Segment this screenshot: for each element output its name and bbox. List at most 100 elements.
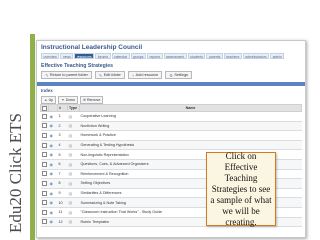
row-view[interactable]: ◉: [48, 207, 58, 218]
view-icon[interactable]: ◉: [50, 171, 54, 176]
row-view[interactable]: ◉: [48, 159, 58, 170]
nav-tab-overview[interactable]: overview: [41, 53, 60, 59]
row-select[interactable]: [40, 169, 49, 180]
row-checkbox[interactable]: [41, 219, 47, 225]
row-view[interactable]: ◉: [48, 197, 58, 208]
view-header: [48, 104, 58, 112]
table-row[interactable]: ◉ 3 ▤ Homework & Practice: [40, 130, 302, 141]
nav-tab-teachers[interactable]: teachers: [223, 53, 242, 59]
nav-tab-parents[interactable]: parents: [206, 53, 223, 59]
row-select[interactable]: [40, 121, 49, 132]
folder-icon: ▤: [68, 123, 73, 129]
row-checkbox[interactable]: [41, 200, 47, 206]
row-number: 3: [57, 130, 68, 141]
nav-tab-assessment[interactable]: assessment: [163, 53, 187, 59]
edit-button[interactable]: ✎ Edit folder: [94, 71, 125, 79]
row-view[interactable]: ◉: [48, 217, 58, 228]
index-controls: ▲ Up ▼ Down ✖ Remove: [41, 96, 104, 104]
row-view[interactable]: ◉: [48, 121, 58, 132]
instruction-callout: Click on Effective Teaching Strategies t…: [206, 151, 276, 227]
view-icon[interactable]: ◉: [50, 191, 54, 196]
row-checkbox[interactable]: [41, 171, 47, 177]
down-button[interactable]: ▼ Down: [58, 96, 78, 104]
row-view[interactable]: ◉: [48, 169, 58, 180]
table-row[interactable]: ◉ 1 ▤ Cooperative Learning: [40, 111, 302, 122]
view-icon[interactable]: ◉: [50, 200, 54, 205]
view-icon[interactable]: ◉: [50, 143, 54, 148]
view-icon[interactable]: ◉: [50, 181, 54, 186]
row-select[interactable]: [40, 159, 49, 170]
row-select[interactable]: [40, 207, 49, 218]
row-name[interactable]: Homework & Practice: [79, 130, 302, 141]
edit-icon: ✎: [98, 72, 103, 78]
row-checkbox[interactable]: [41, 113, 47, 119]
nav-tab-forums[interactable]: forums: [95, 53, 111, 59]
table-row[interactable]: ◉ 4 ▤ Generating & Testing Hypothesis: [40, 140, 302, 151]
row-number: 12: [57, 217, 68, 228]
add-button[interactable]: + Add resource: [127, 71, 163, 79]
view-icon[interactable]: ◉: [50, 210, 54, 215]
folder-toolbar: ↰ Return to parent folder ✎ Edit folder + Add…: [41, 71, 193, 79]
row-checkbox[interactable]: [41, 161, 47, 167]
row-type: ▤: [67, 121, 80, 132]
row-type: ▤: [67, 169, 80, 180]
row-checkbox[interactable]: [41, 190, 47, 196]
row-select[interactable]: [40, 197, 49, 208]
remove-button[interactable]: ✖ Remove: [79, 96, 104, 104]
row-select[interactable]: [40, 111, 49, 122]
row-select[interactable]: [40, 140, 49, 151]
row-select[interactable]: [40, 149, 49, 160]
nav-tab-calendar[interactable]: calendar: [111, 53, 130, 59]
settings-button[interactable]: ⚙ Settings: [165, 71, 193, 79]
select-all-checkbox[interactable]: [42, 105, 47, 111]
row-view[interactable]: ◉: [48, 140, 58, 151]
nav-tab-news[interactable]: news: [60, 53, 74, 59]
row-checkbox[interactable]: [41, 180, 47, 186]
row-select[interactable]: [40, 130, 49, 141]
row-checkbox[interactable]: [41, 152, 47, 158]
folder-icon: ▤: [68, 142, 73, 148]
row-view[interactable]: ◉: [48, 149, 58, 160]
name-header: Name: [79, 104, 302, 112]
table-row[interactable]: ◉ 2 ▤ Nonfiction Writing: [40, 121, 302, 132]
nav-tab-resources[interactable]: resources: [74, 53, 95, 59]
row-type: ▤: [67, 111, 80, 122]
row-select[interactable]: [40, 188, 49, 199]
type-header: Type: [67, 104, 80, 112]
nav-tab-administrators[interactable]: administrators: [242, 53, 270, 59]
row-select[interactable]: [40, 217, 49, 228]
nav-tab-reports[interactable]: reports: [146, 53, 163, 59]
select-all-header[interactable]: [40, 104, 49, 112]
row-view[interactable]: ◉: [48, 188, 58, 199]
row-view[interactable]: ◉: [48, 130, 58, 141]
row-select[interactable]: [40, 178, 49, 189]
row-checkbox[interactable]: [41, 209, 47, 215]
row-number: 7: [57, 169, 68, 180]
view-icon[interactable]: ◉: [50, 152, 54, 157]
row-checkbox[interactable]: [41, 142, 47, 148]
table-header-row: # Type Name: [40, 104, 302, 112]
row-view[interactable]: ◉: [48, 111, 58, 122]
toolbar-label: Add resource: [135, 72, 159, 77]
nav-tab-groups[interactable]: groups: [130, 53, 146, 59]
row-view[interactable]: ◉: [48, 178, 58, 189]
view-icon[interactable]: ◉: [50, 114, 54, 119]
folder-icon: ▤: [68, 219, 73, 225]
row-name[interactable]: Generating & Testing Hypothesis: [79, 140, 302, 151]
return-button[interactable]: ↰ Return to parent folder: [41, 71, 92, 79]
nav-tab-students[interactable]: students: [187, 53, 206, 59]
view-icon[interactable]: ◉: [50, 133, 54, 138]
row-type: ▤: [67, 178, 80, 189]
row-checkbox[interactable]: [41, 132, 47, 138]
nav-tab-admin[interactable]: admin: [270, 53, 285, 59]
view-icon[interactable]: ◉: [50, 219, 54, 224]
control-label: Up: [48, 98, 54, 102]
row-type: ▤: [67, 130, 80, 141]
row-name[interactable]: Cooperative Learning: [79, 111, 302, 122]
view-icon[interactable]: ◉: [50, 162, 54, 167]
up-button[interactable]: ▲ Up: [41, 96, 57, 104]
row-name[interactable]: Nonfiction Writing: [79, 121, 302, 132]
row-number: 2: [57, 121, 68, 132]
row-checkbox[interactable]: [41, 123, 47, 129]
view-icon[interactable]: ◉: [50, 123, 54, 128]
